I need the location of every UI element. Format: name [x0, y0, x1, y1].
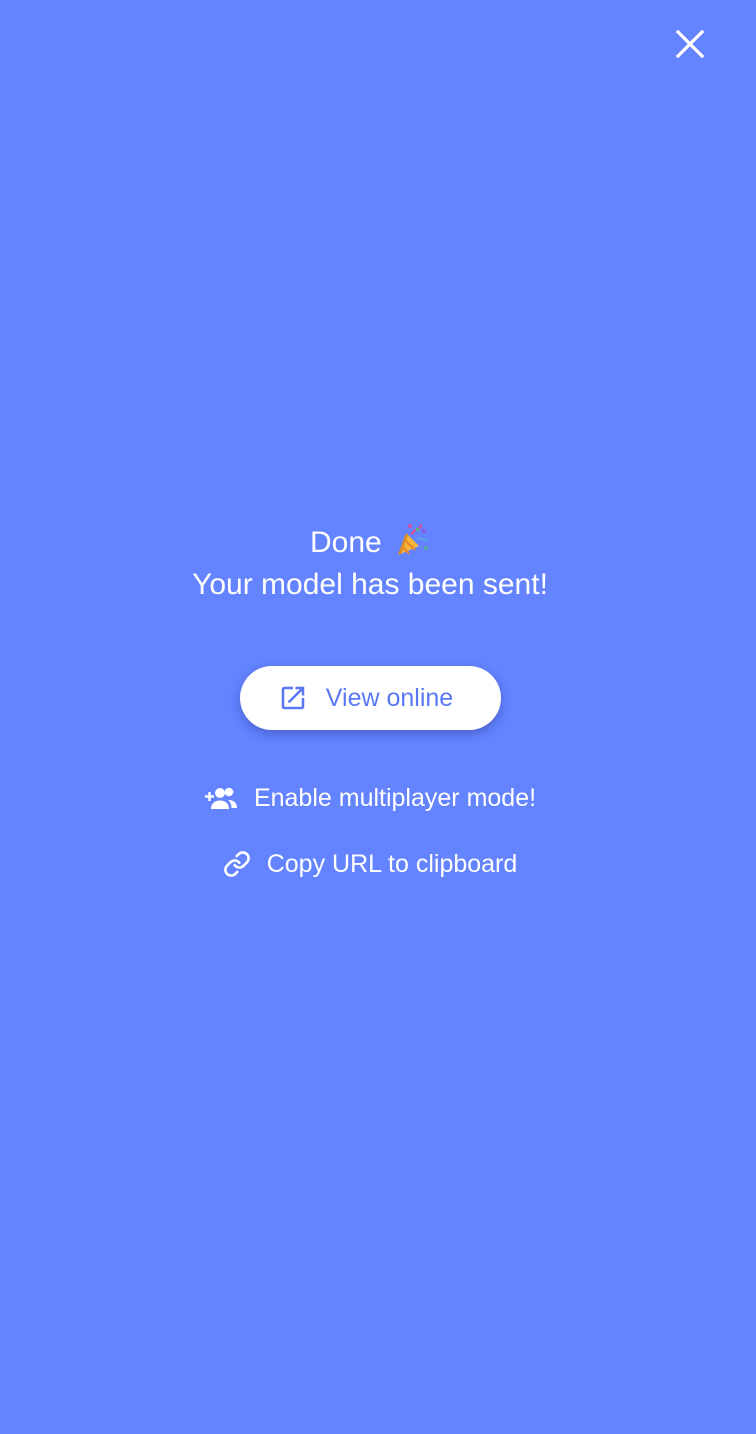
enable-multiplayer-label: Enable multiplayer mode!	[253, 783, 537, 812]
page-title: Done	[309, 526, 382, 559]
title-line: Done	[0, 522, 740, 564]
view-online-button[interactable]: View online	[240, 666, 501, 730]
subtitle: Your model has been sent!	[192, 568, 548, 601]
party-popper-icon	[398, 524, 430, 555]
open-in-new-icon	[278, 683, 308, 713]
view-online-label: View online	[325, 683, 454, 712]
confirmation-message: Done Your model has been sent!	[0, 522, 740, 606]
sent-confirmation-screen: Done Your model has been sent! View onli…	[0, 0, 756, 1434]
link-icon	[223, 850, 251, 878]
close-icon	[675, 29, 705, 59]
close-button[interactable]	[670, 24, 710, 64]
group-add-icon	[204, 785, 238, 811]
copy-url-label: Copy URL to clipboard	[266, 849, 518, 878]
copy-url-button[interactable]: Copy URL to clipboard	[0, 844, 740, 884]
enable-multiplayer-button[interactable]: Enable multiplayer mode!	[0, 778, 740, 818]
